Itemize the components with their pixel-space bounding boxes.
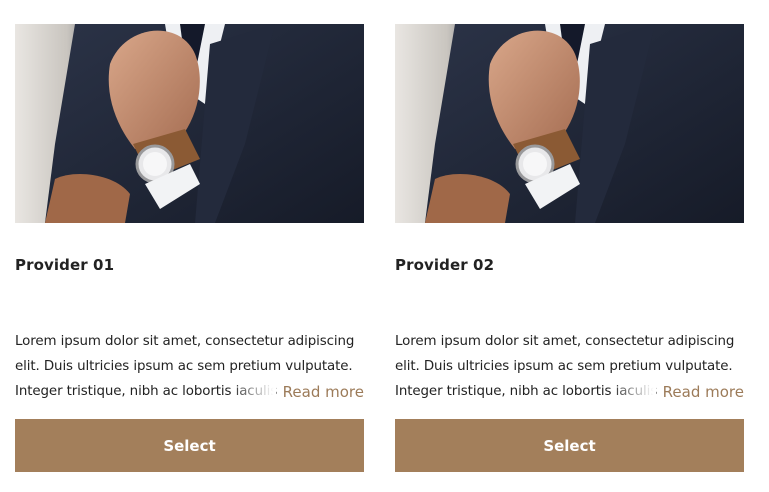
- description-fade: [230, 380, 276, 405]
- read-more-link[interactable]: Read more: [276, 380, 364, 405]
- provider-description-container: Lorem ipsum dolor sit amet, consectetur …: [395, 329, 744, 405]
- provider-card: Provider 02 Lorem ipsum dolor sit amet, …: [395, 24, 744, 472]
- select-button[interactable]: Select: [395, 419, 744, 472]
- provider-photo: [395, 24, 744, 223]
- provider-photo: [15, 24, 364, 223]
- provider-title: Provider 02: [395, 256, 495, 274]
- description-fade: [610, 380, 656, 405]
- provider-card: Provider 01 Lorem ipsum dolor sit amet, …: [15, 24, 364, 472]
- provider-title: Provider 01: [15, 256, 115, 274]
- provider-description-container: Lorem ipsum dolor sit amet, consectetur …: [15, 329, 364, 405]
- select-button[interactable]: Select: [15, 419, 364, 472]
- read-more-link[interactable]: Read more: [656, 380, 744, 405]
- provider-grid: Provider 01 Lorem ipsum dolor sit amet, …: [0, 0, 769, 492]
